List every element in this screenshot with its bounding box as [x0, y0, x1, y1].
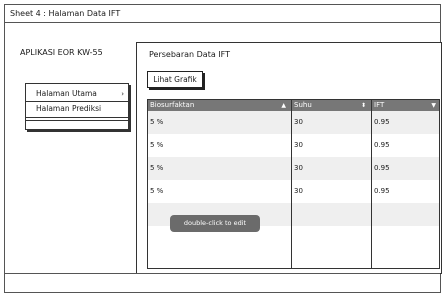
- cell-biosurfaktan[interactable]: 5 %: [148, 111, 290, 134]
- nav-menu: Halaman Utama › Halaman Prediksi: [25, 83, 129, 130]
- column-divider: [291, 100, 292, 268]
- cell-ift[interactable]: 0.95: [372, 157, 440, 180]
- nav-divider: [26, 120, 128, 121]
- cell-ift[interactable]: 0.95: [372, 180, 440, 203]
- cell-suhu[interactable]: [292, 226, 370, 249]
- app-title: APLIKASI EOR KW-55: [20, 48, 103, 57]
- cell-biosurfaktan[interactable]: 5 %: [148, 157, 290, 180]
- column-header-suhu[interactable]: Suhu ⬍: [292, 100, 370, 111]
- table-row[interactable]: 5 % 30 0.95: [148, 180, 439, 203]
- column-header-label: Suhu: [294, 101, 312, 109]
- sort-both-icon[interactable]: ⬍: [361, 100, 366, 111]
- content-panel: Persebaran Data IFT Lihat Grafik Biosurf…: [136, 42, 442, 274]
- cell-ift[interactable]: 0.95: [372, 134, 440, 157]
- cell-ift[interactable]: [372, 203, 440, 226]
- column-header-label: Biosurfaktan: [150, 101, 195, 109]
- table-row[interactable]: 5 % 30 0.95: [148, 111, 439, 134]
- lihat-grafik-button[interactable]: Lihat Grafik: [147, 71, 203, 88]
- column-divider: [371, 100, 372, 268]
- cell-biosurfaktan[interactable]: 5 %: [148, 134, 290, 157]
- cell-suhu[interactable]: 30: [292, 134, 370, 157]
- column-header-ift[interactable]: IFT ▼: [372, 100, 440, 111]
- cell-ift[interactable]: [372, 226, 440, 249]
- nav-item-label: Halaman Utama: [36, 89, 97, 98]
- data-grid[interactable]: Biosurfaktan ▲ Suhu ⬍ IFT ▼ 5 % 30 0.95 …: [147, 99, 440, 269]
- grid-header: Biosurfaktan ▲ Suhu ⬍ IFT ▼: [148, 100, 439, 111]
- cell-suhu[interactable]: 30: [292, 111, 370, 134]
- cell-suhu[interactable]: 30: [292, 180, 370, 203]
- panel-title: Persebaran Data IFT: [149, 50, 230, 59]
- cell-suhu[interactable]: [292, 203, 370, 226]
- edit-tooltip: double-click to edit: [170, 215, 260, 232]
- cell-suhu[interactable]: 30: [292, 157, 370, 180]
- cell-ift[interactable]: 0.95: [372, 111, 440, 134]
- nav-item-halaman-utama[interactable]: Halaman Utama ›: [26, 87, 128, 101]
- nav-divider: [26, 117, 128, 118]
- footer-divider: [5, 273, 440, 274]
- table-row[interactable]: 5 % 30 0.95: [148, 134, 439, 157]
- chevron-right-icon: ›: [121, 90, 124, 98]
- sort-asc-icon[interactable]: ▲: [281, 100, 286, 111]
- window-title: Sheet 4 : Halaman Data IFT: [5, 5, 440, 23]
- cell-biosurfaktan[interactable]: 5 %: [148, 180, 290, 203]
- column-header-biosurfaktan[interactable]: Biosurfaktan ▲: [148, 100, 290, 111]
- column-header-label: IFT: [374, 101, 385, 109]
- table-row[interactable]: 5 % 30 0.95: [148, 157, 439, 180]
- nav-item-label: Halaman Prediksi: [36, 104, 102, 113]
- window: Sheet 4 : Halaman Data IFT APLIKASI EOR …: [4, 4, 442, 293]
- nav-item-halaman-prediksi[interactable]: Halaman Prediksi: [26, 102, 128, 116]
- sort-desc-icon[interactable]: ▼: [431, 100, 436, 111]
